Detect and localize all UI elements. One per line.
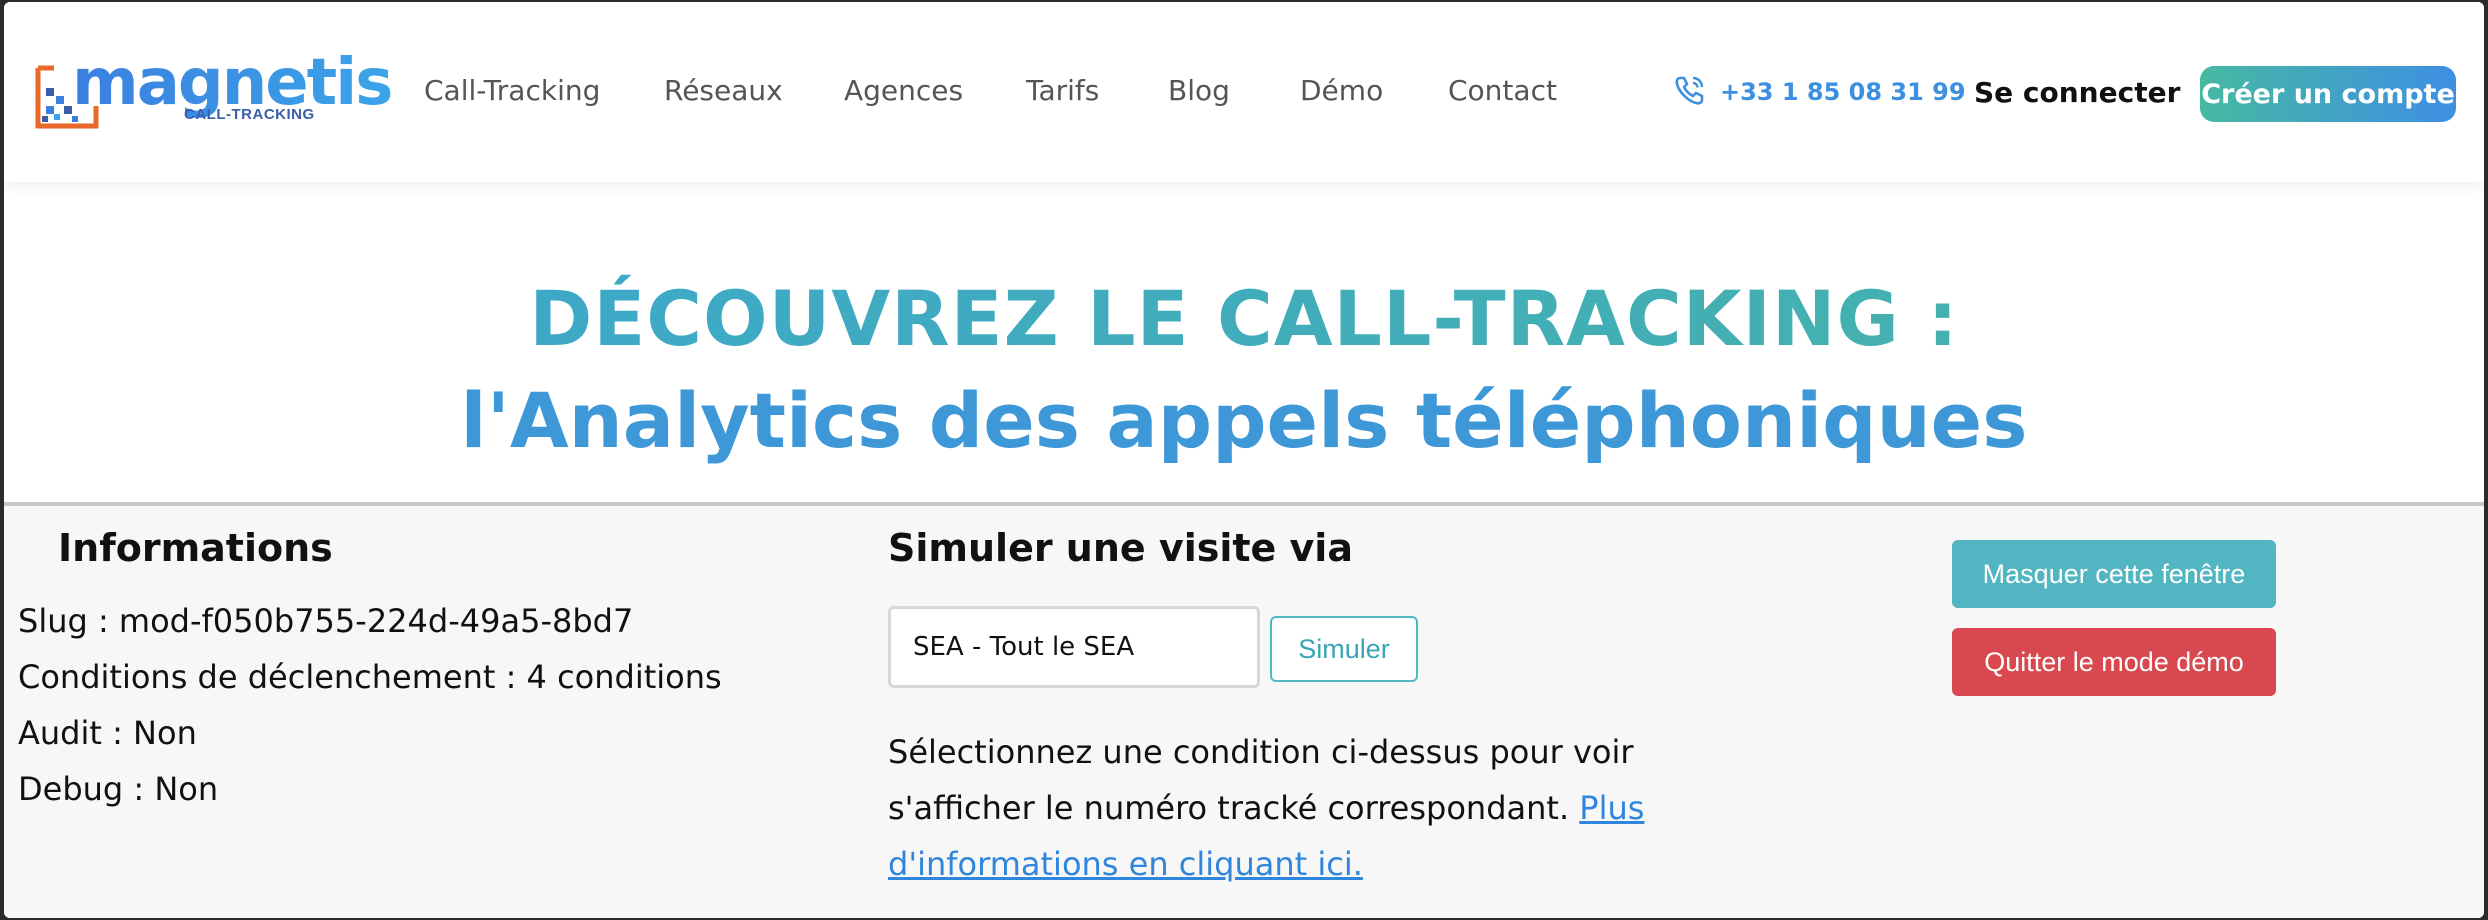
hero-subtitle: l'Analytics des appels téléphoniques	[460, 376, 2028, 465]
nav-demo[interactable]: Démo	[1300, 74, 1383, 107]
hide-window-button[interactable]: Masquer cette fenêtre	[1952, 540, 2276, 608]
simulate-help-text: Sélectionnez une condition ci-dessus pou…	[888, 724, 1708, 892]
hero-title: DÉCOUVREZ LE CALL-TRACKING :	[4, 274, 2484, 363]
simulate-help-body: Sélectionnez une condition ci-dessus pou…	[888, 733, 1634, 827]
info-audit: Audit : Non	[18, 714, 197, 752]
hero-section: DÉCOUVREZ LE CALL-TRACKING : l'Analytics…	[4, 182, 2484, 502]
nav-reseaux[interactable]: Réseaux	[664, 74, 783, 107]
quit-demo-button[interactable]: Quitter le mode démo	[1952, 628, 2276, 696]
info-conditions: Conditions de déclenchement : 4 conditio…	[18, 658, 722, 696]
info-debug: Debug : Non	[18, 770, 219, 808]
nav-call-tracking[interactable]: Call-Tracking	[424, 74, 600, 107]
magnetis-logo[interactable]: magnetis CALL-TRACKING	[32, 46, 393, 142]
nav-blog[interactable]: Blog	[1168, 74, 1230, 107]
phone-icon	[1675, 76, 1704, 105]
nav-tarifs[interactable]: Tarifs	[1026, 74, 1099, 107]
logo-subtitle: CALL-TRACKING	[184, 106, 315, 123]
informations-heading: Informations	[58, 526, 333, 570]
site-header: magnetis CALL-TRACKING Call-Tracking Rés…	[4, 2, 2484, 182]
browser-page: magnetis CALL-TRACKING Call-Tracking Rés…	[4, 2, 2484, 918]
nav-agences[interactable]: Agences	[844, 74, 963, 107]
simulate-heading: Simuler une visite via	[888, 526, 1353, 570]
demo-panel: Informations Slug : mod-f050b755-224d-49…	[4, 502, 2484, 918]
simulate-button[interactable]: Simuler	[1270, 616, 1418, 682]
info-slug: Slug : mod-f050b755-224d-49a5-8bd7	[18, 602, 634, 640]
simulate-select-value: SEA - Tout le SEA	[913, 632, 1135, 662]
login-link[interactable]: Se connecter	[1974, 76, 2180, 109]
phone-number: +33 1 85 08 31 99	[1720, 78, 1966, 106]
nav-contact[interactable]: Contact	[1448, 74, 1557, 107]
create-account-button[interactable]: Créer un compte	[2200, 66, 2456, 122]
simulate-condition-select[interactable]: SEA - Tout le SEA	[888, 606, 1260, 688]
